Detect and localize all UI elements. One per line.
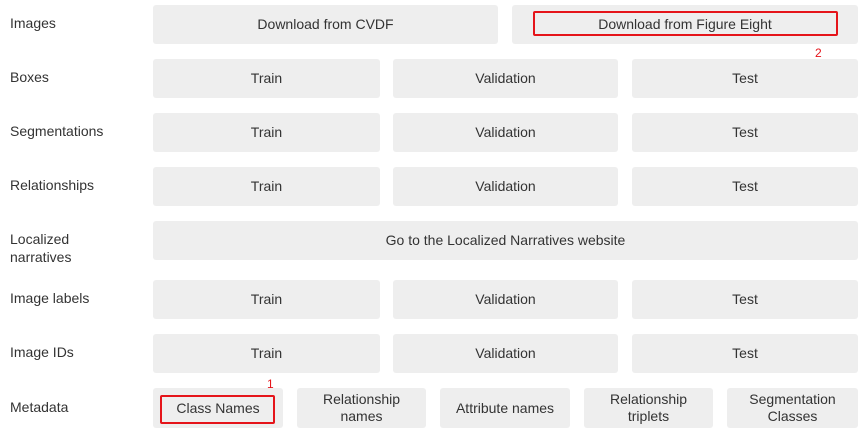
row-label-image-ids: Image IDs — [10, 344, 74, 360]
row-label-localized-narratives: Localized narratives — [10, 230, 71, 266]
localized-narratives-website-button[interactable]: Go to the Localized Narratives website — [153, 221, 858, 260]
row-label-segmentations: Segmentations — [10, 123, 104, 139]
image-ids-train-button[interactable]: Train — [153, 334, 380, 373]
class-names-button[interactable]: Class Names — [153, 388, 283, 428]
relationships-test-button[interactable]: Test — [632, 167, 858, 206]
relationships-validation-button[interactable]: Validation — [393, 167, 618, 206]
relationship-triplets-line1: Relationship — [609, 391, 688, 407]
relationship-names-button[interactable]: Relationship names — [297, 388, 426, 428]
relationship-triplets-line2: triplets — [627, 408, 670, 424]
boxes-validation-button[interactable]: Validation — [393, 59, 618, 98]
annotation-number-1: 1 — [267, 377, 274, 391]
image-labels-train-button[interactable]: Train — [153, 280, 380, 319]
segmentation-classes-line2: Classes — [767, 408, 818, 424]
relationships-train-button[interactable]: Train — [153, 167, 380, 206]
boxes-test-button[interactable]: Test — [632, 59, 858, 98]
row-label-metadata: Metadata — [10, 399, 69, 415]
segmentation-classes-line1: Segmentation — [749, 391, 836, 407]
segmentations-train-button[interactable]: Train — [153, 113, 380, 152]
row-label-relationships: Relationships — [10, 177, 95, 193]
row-label-images: Images — [10, 15, 56, 31]
relationship-names-line1: Relationship — [322, 391, 401, 407]
image-ids-test-button[interactable]: Test — [632, 334, 858, 373]
image-labels-test-button[interactable]: Test — [632, 280, 858, 319]
image-labels-validation-button[interactable]: Validation — [393, 280, 618, 319]
annotation-number-2: 2 — [815, 46, 822, 60]
row-label-localized-line1: Localized — [10, 231, 70, 247]
relationship-triplets-button[interactable]: Relationship triplets — [584, 388, 713, 428]
download-cvdf-button[interactable]: Download from CVDF — [153, 5, 498, 44]
row-label-localized-line2: narratives — [10, 249, 72, 265]
segmentation-classes-button[interactable]: Segmentation Classes — [727, 388, 858, 428]
boxes-train-button[interactable]: Train — [153, 59, 380, 98]
attribute-names-button[interactable]: Attribute names — [440, 388, 570, 428]
segmentations-test-button[interactable]: Test — [632, 113, 858, 152]
download-figure-eight-button[interactable]: Download from Figure Eight — [512, 5, 858, 44]
download-page: Images Download from CVDF Download from … — [0, 0, 864, 441]
image-ids-validation-button[interactable]: Validation — [393, 334, 618, 373]
segmentations-validation-button[interactable]: Validation — [393, 113, 618, 152]
row-label-image-labels: Image labels — [10, 290, 90, 306]
relationship-names-line2: names — [340, 408, 383, 424]
row-label-boxes: Boxes — [10, 69, 49, 85]
